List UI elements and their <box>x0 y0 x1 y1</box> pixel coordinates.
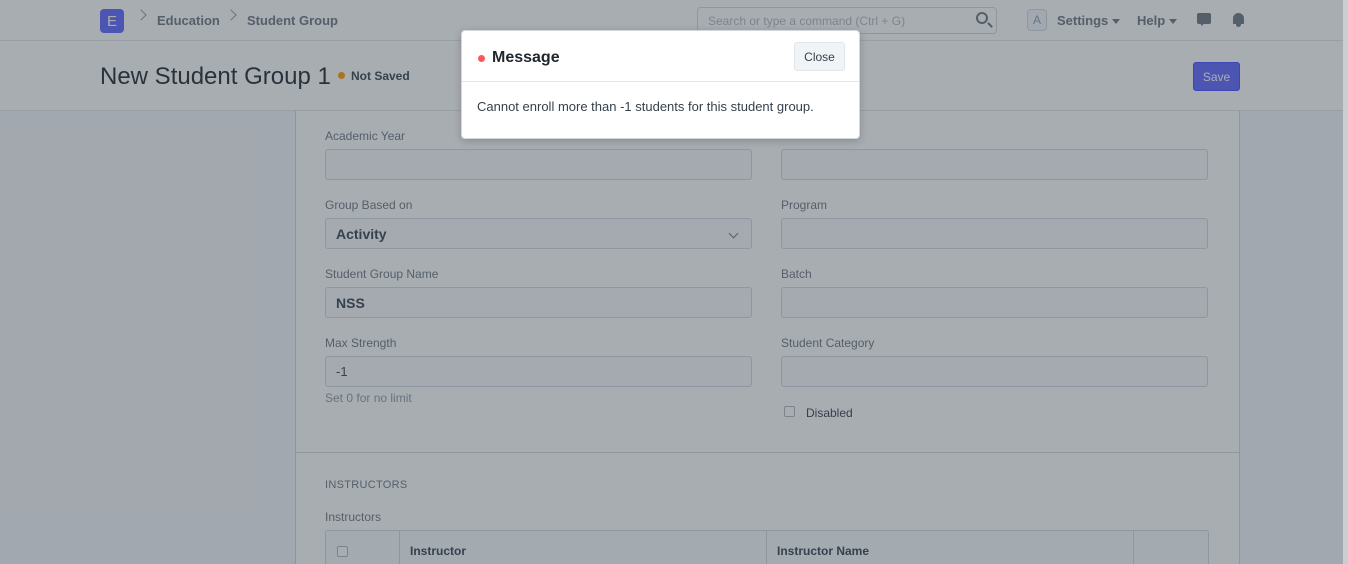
modal-title: Message <box>492 49 560 66</box>
scrollbar[interactable] <box>1343 0 1348 564</box>
modal-message: Cannot enroll more than -1 students for … <box>477 99 814 114</box>
message-dialog: Message Close Cannot enroll more than -1… <box>461 30 860 139</box>
modal-header: Message Close <box>462 31 859 82</box>
close-button[interactable]: Close <box>794 42 845 71</box>
indicator-dot <box>478 55 485 62</box>
